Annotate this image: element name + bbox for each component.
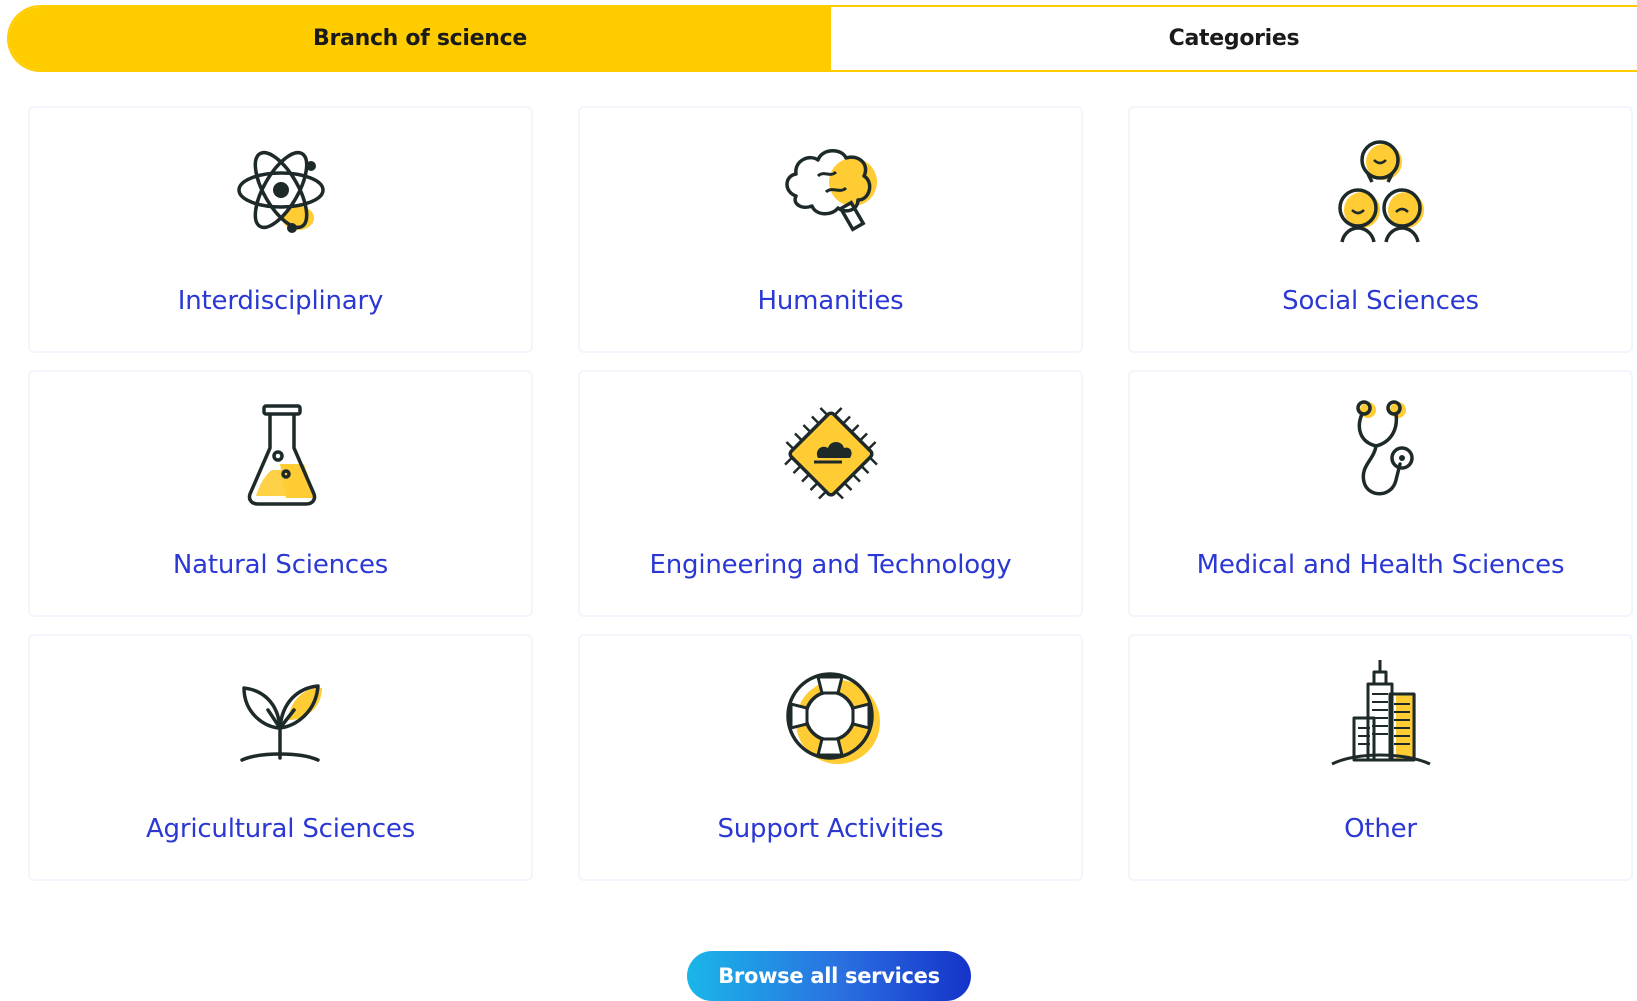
brain-icon: [784, 149, 877, 232]
chip-icon: [783, 407, 878, 500]
card-support-activities[interactable]: Support Activities: [578, 634, 1083, 881]
card-label: Social Sciences: [1282, 286, 1479, 316]
card-label: Agricultural Sciences: [145, 814, 416, 844]
tab-categories-label: Categories: [1168, 26, 1300, 51]
stethoscope-icon: [1355, 400, 1414, 496]
lifebuoy-icon: [785, 672, 880, 764]
card-interdisciplinary[interactable]: Interdisciplinary: [28, 106, 533, 353]
card-medical-health-sciences[interactable]: Medical and Health Sciences: [1128, 370, 1633, 617]
card-social-sciences[interactable]: Social Sciences: [1128, 106, 1633, 353]
card-label: Engineering and Technology: [649, 550, 1012, 580]
card-label: Other: [1344, 814, 1417, 844]
card-engineering-technology[interactable]: Engineering and Technology: [578, 370, 1083, 617]
flask-icon: [247, 404, 316, 506]
card-label: Natural Sciences: [172, 550, 389, 580]
card-label: Interdisciplinary: [177, 286, 384, 316]
people-group-icon: [1337, 140, 1424, 243]
card-other[interactable]: Other: [1128, 634, 1633, 881]
card-agricultural-sciences[interactable]: Agricultural Sciences: [28, 634, 533, 881]
atom-icon: [236, 150, 325, 233]
tab-branch-of-science[interactable]: Branch of science: [9, 7, 831, 70]
card-label: Medical and Health Sciences: [1196, 550, 1565, 580]
city-buildings-icon: [1330, 660, 1431, 766]
card-label: Humanities: [757, 286, 904, 316]
branch-grid: Interdisciplinary Humanities Social Scie…: [28, 106, 1637, 881]
card-natural-sciences[interactable]: Natural Sciences: [28, 370, 533, 617]
sprout-icon: [239, 684, 322, 762]
branch-category-tabs: Branch of science Categories: [7, 5, 1637, 72]
browse-all-services-label: Browse all services: [718, 964, 940, 988]
card-label: Support Activities: [717, 814, 944, 844]
browse-all-services-button[interactable]: Browse all services: [687, 951, 971, 1001]
tab-branch-of-science-label: Branch of science: [313, 26, 527, 51]
tab-categories[interactable]: Categories: [831, 7, 1637, 70]
card-humanities[interactable]: Humanities: [578, 106, 1083, 353]
